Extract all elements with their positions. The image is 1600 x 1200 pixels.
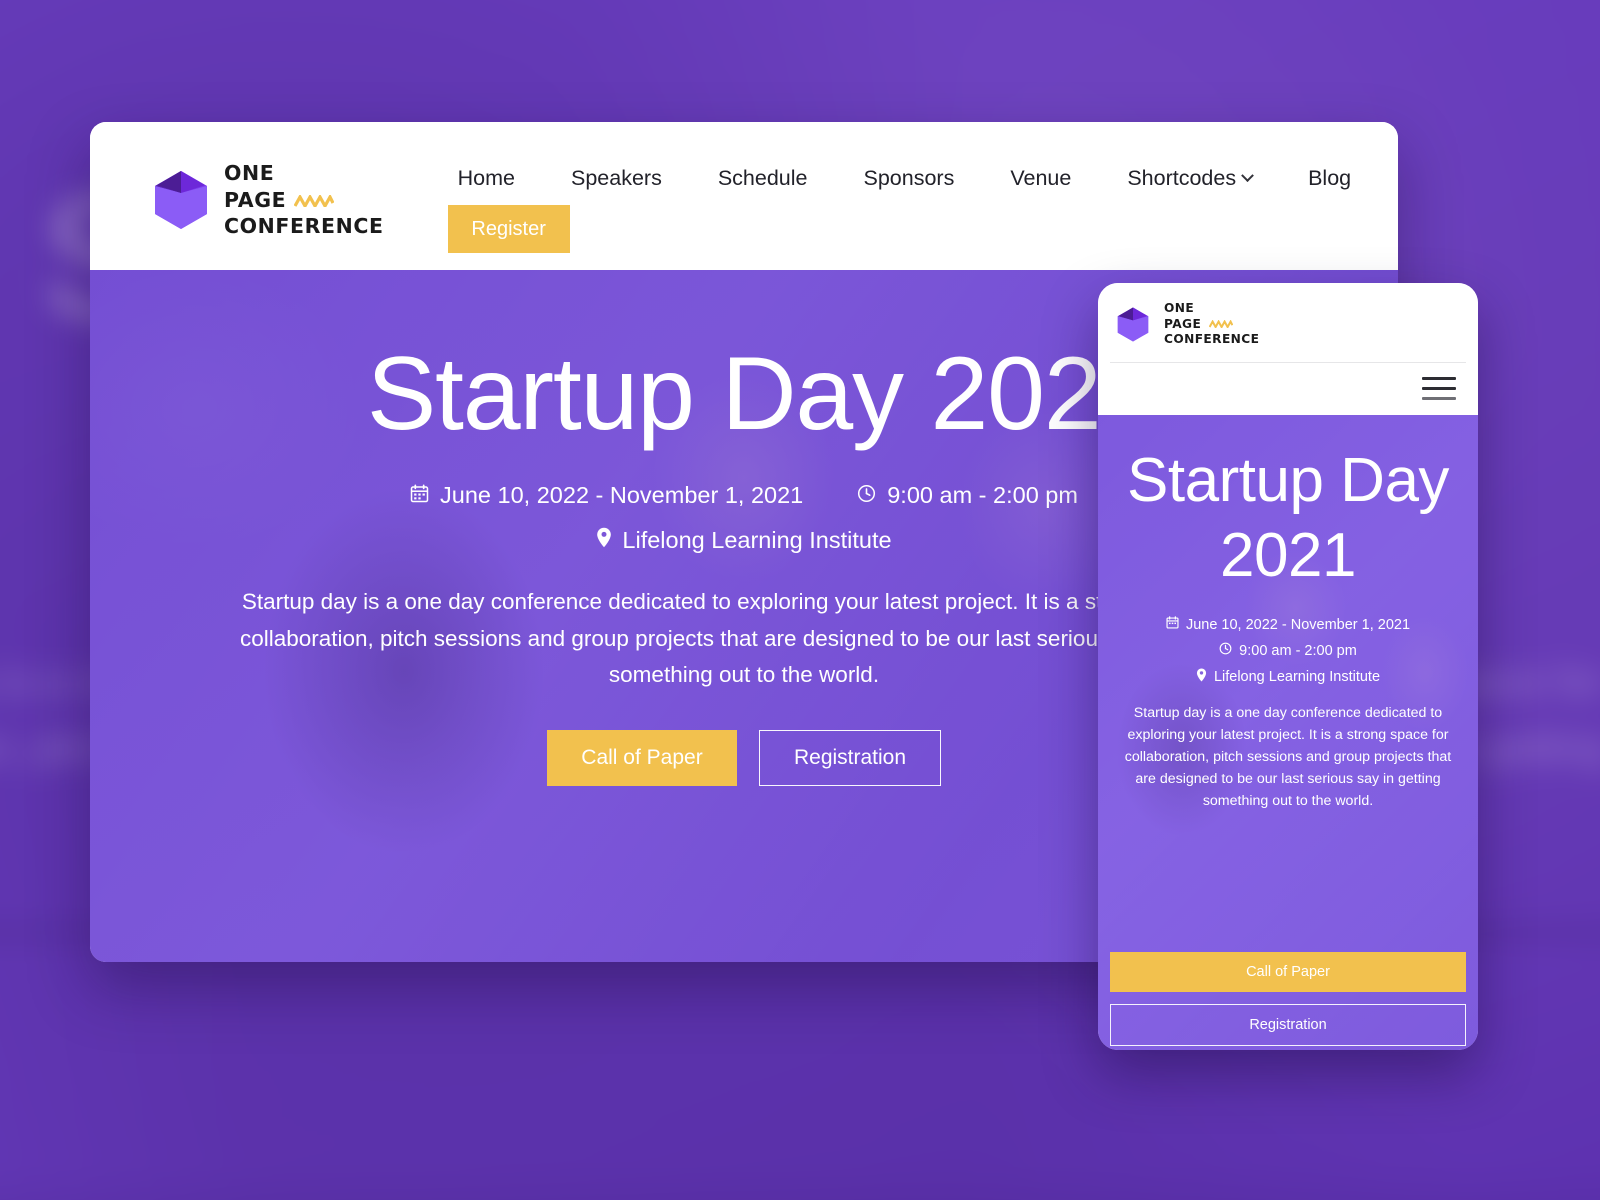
hero-cta-group: Call of Paper Registration	[547, 729, 941, 786]
logo-line-one: ONE	[224, 161, 275, 185]
clock-icon	[857, 482, 876, 509]
desktop-header: ONE PAGE CONFERENCE Home Speakers Schedu…	[90, 122, 1398, 270]
logo-line-two: PAGE	[224, 187, 287, 212]
mobile-hero-time-text: 9:00 am - 2:00 pm	[1239, 642, 1357, 659]
register-button[interactable]: Register	[447, 205, 570, 253]
hexagon-cube-logo-icon	[1116, 306, 1150, 343]
nav-label: Shortcodes	[1127, 166, 1237, 190]
calendar-icon	[410, 482, 429, 509]
logo-line-two-row: PAGE	[1164, 317, 1259, 333]
zigzag-accent-icon	[293, 187, 335, 214]
call-of-paper-button[interactable]: Call of Paper	[547, 729, 737, 786]
nav-item-speakers[interactable]: Speakers	[571, 166, 662, 191]
nav-label: Schedule	[717, 166, 808, 190]
nav-item-sponsors[interactable]: Sponsors	[864, 166, 955, 191]
hamburger-menu-icon[interactable]	[1422, 377, 1456, 401]
hero-location: Lifelong Learning Institute	[596, 527, 892, 554]
logo-line-one: ONE	[1164, 301, 1195, 315]
hero-date-text: June 10, 2022 - November 1, 2021	[440, 482, 804, 509]
chevron-down-icon	[1241, 169, 1254, 183]
mobile-hero-date: June 10, 2022 - November 1, 2021	[1166, 616, 1410, 633]
registration-button[interactable]: Registration	[759, 729, 941, 786]
burger-line	[1422, 397, 1456, 401]
mobile-hero-section: Startup Day 2021 June 10, 2022 - Novembe…	[1098, 414, 1478, 1050]
logo-line-two: PAGE	[1164, 316, 1202, 331]
mobile-preview-card: ONE PAGE CONFERENCE Startup Day 2021 Jun…	[1098, 283, 1478, 1050]
mobile-hero-description: Startup day is a one day conference dedi…	[1124, 705, 1452, 810]
logo-line-two-row: PAGE	[224, 187, 384, 214]
hero-location-text: Lifelong Learning Institute	[622, 527, 892, 554]
nav-item-schedule[interactable]: Schedule	[718, 166, 808, 191]
map-pin-icon	[1196, 668, 1207, 686]
screenshot-stage: Startup Day 2021 Startup day is a one da…	[0, 0, 1600, 1200]
nav-item-blog[interactable]: Blog	[1308, 166, 1351, 191]
hero-time: 9:00 am - 2:00 pm	[857, 482, 1078, 509]
mobile-call-of-paper-button[interactable]: Call of Paper	[1110, 951, 1466, 992]
logo-line-three: CONFERENCE	[224, 214, 384, 239]
mobile-logo-row: ONE PAGE CONFERENCE	[1098, 283, 1478, 362]
mobile-hero-location-text: Lifelong Learning Institute	[1213, 669, 1381, 686]
nav-item-venue[interactable]: Venue	[1010, 166, 1071, 191]
nav-item-home[interactable]: Home	[458, 166, 515, 191]
nav-label: Home	[457, 166, 515, 190]
hero-title: Startup Day 2021	[366, 336, 1158, 452]
nav-items-row: Home Speakers Schedule Sponsors Venue Sh…	[448, 166, 1364, 191]
nav-item-shortcodes[interactable]: Shortcodes	[1127, 166, 1254, 191]
clock-icon	[1219, 642, 1232, 659]
nav-label: Speakers	[571, 166, 662, 190]
logo-line-three: CONFERENCE	[1164, 332, 1260, 347]
burger-line	[1422, 377, 1456, 381]
mobile-hero-time: 9:00 am - 2:00 pm	[1219, 642, 1357, 659]
mobile-registration-button[interactable]: Registration	[1110, 1003, 1466, 1046]
hero-meta-row: June 10, 2022 - November 1, 2021 9:00 am…	[410, 482, 1078, 509]
mobile-site-logo[interactable]: ONE PAGE CONFERENCE	[1116, 301, 1478, 348]
mobile-hero-location: Lifelong Learning Institute	[1196, 668, 1380, 686]
mobile-menu-row	[1098, 363, 1478, 415]
site-logo[interactable]: ONE PAGE CONFERENCE	[152, 160, 384, 240]
mobile-header: ONE PAGE CONFERENCE	[1098, 283, 1478, 415]
desktop-navigation: Home Speakers Schedule Sponsors Venue Sh…	[447, 160, 1364, 253]
calendar-icon	[1166, 616, 1179, 633]
mobile-hero-title: Startup Day 2021	[1127, 445, 1449, 591]
nav-label: Venue	[1010, 166, 1072, 190]
background-bottom-shade	[0, 1171, 1600, 1200]
zigzag-accent-icon	[1208, 317, 1234, 333]
mobile-hero-date-text: June 10, 2022 - November 1, 2021	[1185, 616, 1411, 633]
burger-line	[1422, 387, 1456, 391]
hexagon-cube-logo-icon	[152, 169, 210, 231]
mobile-cta-group: Call of Paper Registration	[1110, 951, 1466, 1046]
hero-time-text: 9:00 am - 2:00 pm	[887, 482, 1078, 509]
nav-label: Sponsors	[863, 166, 955, 190]
nav-label: Blog	[1308, 166, 1352, 190]
mobile-hero-meta: June 10, 2022 - November 1, 2021 9:00 am…	[1166, 616, 1410, 686]
hero-date: June 10, 2022 - November 1, 2021	[410, 482, 803, 509]
map-pin-icon	[596, 527, 612, 554]
mobile-logo-wordmark: ONE PAGE CONFERENCE	[1164, 301, 1259, 348]
logo-wordmark: ONE PAGE CONFERENCE	[224, 160, 384, 240]
